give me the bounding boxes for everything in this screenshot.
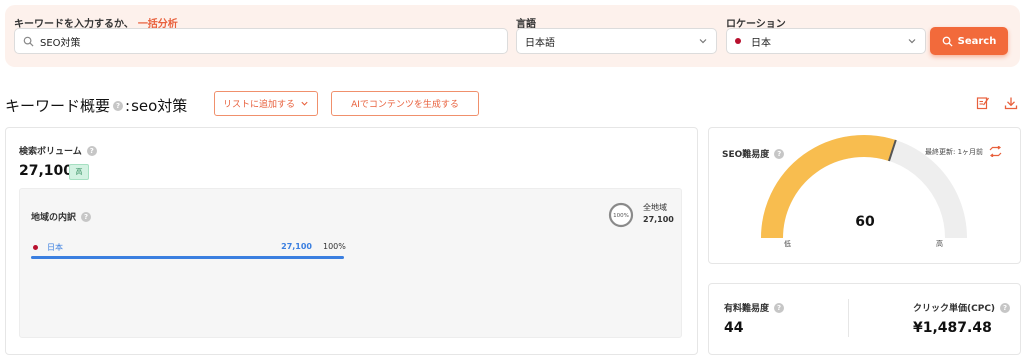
region-breakdown-panel xyxy=(19,188,682,338)
location-select[interactable]: 日本 xyxy=(726,28,926,54)
download-icon[interactable] xyxy=(1004,96,1018,110)
chevron-down-icon xyxy=(301,101,308,106)
seo-difficulty-gauge xyxy=(761,135,967,239)
chevron-down-icon xyxy=(699,39,707,44)
help-icon[interactable]: ? xyxy=(774,302,785,313)
paid-difficulty-card xyxy=(708,283,1021,355)
help-icon[interactable]: ? xyxy=(86,145,97,156)
page-title-keyword: seo対策 xyxy=(131,97,188,115)
keyword-value: SEO対策 xyxy=(40,37,81,49)
ai-generate-label: AIでコンテンツを生成する xyxy=(351,100,459,110)
page-title: キーワード概要 ? : seo対策 xyxy=(5,95,187,116)
ai-generate-button[interactable]: AIでコンテンツを生成する xyxy=(331,91,479,116)
search-icon xyxy=(942,36,953,47)
search-button[interactable]: Search xyxy=(930,27,1008,55)
region-progress-fill xyxy=(31,256,344,259)
donut-percent: 100% xyxy=(613,213,629,219)
search-volume-value: 27,100 xyxy=(19,163,74,179)
edit-note-icon[interactable] xyxy=(976,96,990,110)
help-icon[interactable]: ? xyxy=(81,211,92,222)
add-to-list-button[interactable]: リストに追加する xyxy=(214,91,318,116)
region-percent: 100% xyxy=(323,242,346,251)
language-select[interactable]: 日本語 xyxy=(516,28,717,54)
location-value: 日本 xyxy=(751,37,771,49)
region-donut-chart: 100% xyxy=(608,202,634,228)
all-regions-label: 全地域 xyxy=(643,203,667,212)
region-row: 日本 27,100 100% xyxy=(31,242,384,262)
paid-difficulty-label-text: 有料難易度 xyxy=(724,304,770,314)
paid-difficulty-value: 44 xyxy=(724,320,744,336)
search-panel: キーワードを入力するか、 一括分析 SEO対策 言語 日本語 ロケーション 日本 … xyxy=(5,5,1020,67)
region-breakdown-title: 地域の内訳 ? xyxy=(31,210,92,223)
search-button-label: Search xyxy=(957,35,997,47)
region-country: 日本 xyxy=(47,243,63,252)
help-icon[interactable]: ? xyxy=(113,100,124,111)
gauge-low-label: 低 xyxy=(784,240,791,248)
search-icon xyxy=(23,36,34,47)
japan-flag-icon xyxy=(735,38,741,44)
cpc-label-text: クリック単価(CPC) xyxy=(913,304,996,314)
title-separator: : xyxy=(125,96,131,115)
add-to-list-label: リストに追加する xyxy=(222,100,295,110)
page-title-text: キーワード概要 xyxy=(5,97,111,115)
search-volume-label-text: 検索ボリューム xyxy=(19,147,82,157)
language-value: 日本語 xyxy=(525,37,555,49)
region-volume: 27,100 xyxy=(281,242,312,251)
help-icon[interactable]: ? xyxy=(1000,302,1011,313)
gauge-high-label: 高 xyxy=(936,240,943,248)
seo-difficulty-score: 60 xyxy=(855,214,875,230)
volume-level-badge: 高 xyxy=(69,164,89,180)
search-volume-label: 検索ボリューム ? xyxy=(19,144,97,157)
region-breakdown-title-text: 地域の内訳 xyxy=(31,213,77,223)
card-divider xyxy=(848,299,849,337)
all-regions-value: 27,100 xyxy=(643,215,674,224)
cpc-label: クリック単価(CPC) ? xyxy=(913,301,1011,314)
chevron-down-icon xyxy=(908,39,916,44)
paid-difficulty-label: 有料難易度 ? xyxy=(724,301,785,314)
japan-flag-icon xyxy=(33,245,38,250)
keyword-input[interactable]: SEO対策 xyxy=(14,28,508,54)
cpc-value: ¥1,487.48 xyxy=(913,320,992,336)
